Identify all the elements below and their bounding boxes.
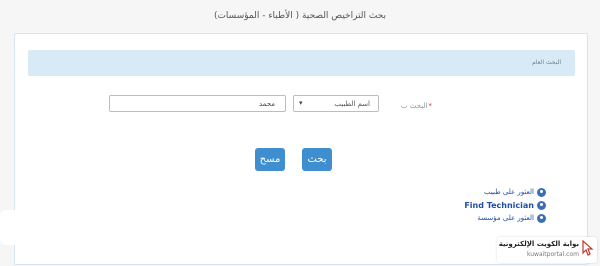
find-institution-link[interactable]: العثور على مؤسسة [464,212,546,225]
page-title: بحث التراخيص الصحية ( الأطباء - المؤسسات… [213,11,387,21]
technician-icon [537,201,546,210]
search-input[interactable]: محمد [109,95,286,112]
chevron-down-icon: ▾ [299,99,303,107]
search-type-value: اسم الطبيب [334,100,370,108]
building-icon [537,213,546,223]
find-technician-link[interactable]: Find Technician [464,199,546,212]
general-search-header: البحث العام [28,50,575,76]
general-search-title: البحث العام [532,59,561,66]
portal-watermark: بوابة الكويت الإلكترونية kuwaitportal.co… [497,237,597,263]
search-type-select[interactable]: اسم الطبيب ▾ [293,95,379,112]
search-by-label: البحث ب* [401,102,432,110]
cursor-icon [582,240,594,256]
clear-button[interactable]: مسح [255,148,285,171]
portal-url: kuwaitportal.com [526,251,579,258]
required-mark: * [428,102,432,110]
search-card: البحث العام البحث ب* اسم الطبيب ▾ محمد ب… [14,33,588,265]
search-button[interactable]: بحث [302,148,332,171]
portal-name: بوابة الكويت الإلكترونية [498,240,579,248]
find-doctor-link[interactable]: العثور على طبيب [464,186,546,199]
blank-overlay [0,210,40,245]
search-input-value: محمد [259,100,275,108]
quick-links: العثور على طبيب Find Technician العثور ع… [464,186,546,225]
doctor-icon [537,187,546,197]
